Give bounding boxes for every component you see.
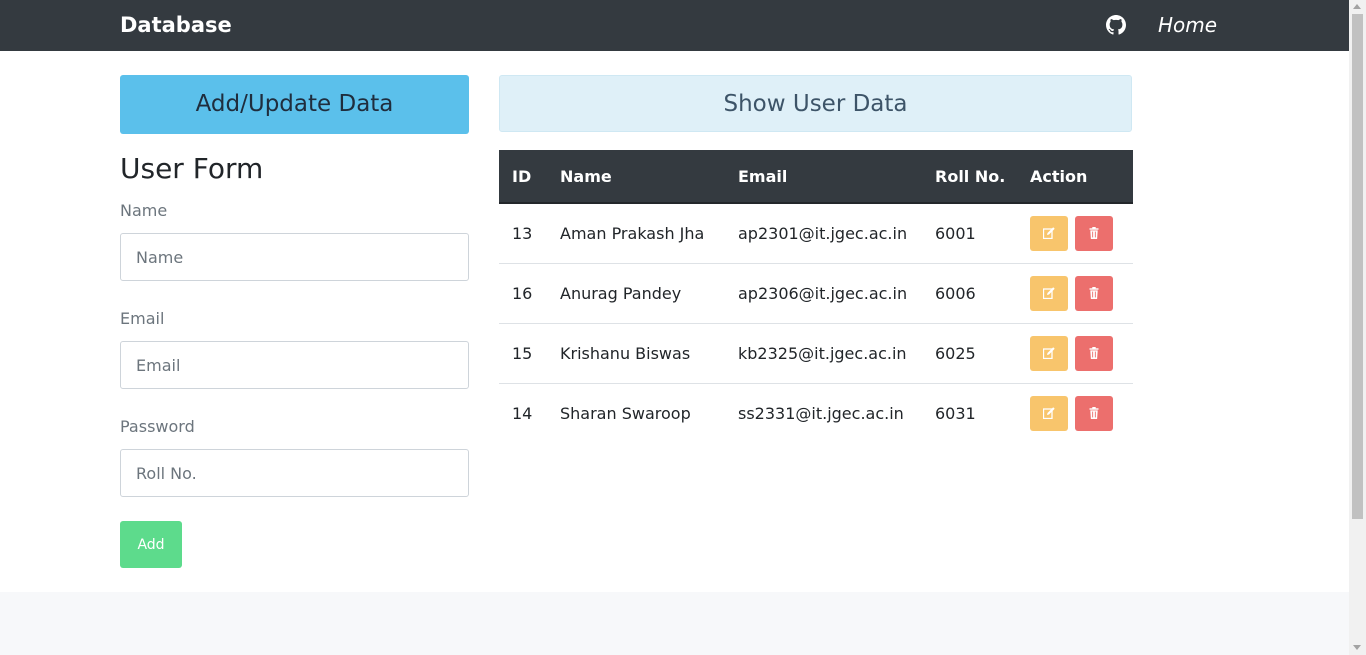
scrollbar[interactable]	[1349, 0, 1366, 655]
cell-action	[1017, 383, 1133, 443]
cell-action	[1017, 203, 1133, 264]
email-input[interactable]	[120, 341, 469, 389]
edit-icon	[1043, 407, 1055, 419]
delete-button[interactable]	[1075, 395, 1114, 431]
cell-name: Anurag Pandey	[547, 263, 725, 324]
navbar: Database Home	[0, 0, 1349, 51]
main-content: Add/Update Data Show User Data User Form…	[0, 51, 1349, 592]
cell-action	[1017, 263, 1133, 324]
trash-icon	[1089, 226, 1099, 239]
cell-roll: 6025	[922, 323, 1017, 384]
cell-email: ap2301@it.jgec.ac.in	[725, 203, 922, 264]
edit-icon	[1043, 227, 1055, 239]
delete-button[interactable]	[1075, 215, 1114, 251]
trash-icon	[1089, 346, 1099, 359]
edit-button[interactable]	[1030, 215, 1068, 251]
cell-id: 16	[499, 263, 547, 324]
cell-roll: 6031	[935, 403, 976, 423]
cell-name: Aman Prakash Jha	[547, 203, 725, 264]
add-button[interactable]: Add	[120, 521, 182, 568]
trash-icon	[1089, 406, 1099, 419]
user-form-title: User Form	[120, 152, 264, 185]
table-header-row: ID Name Email Roll No. Action	[499, 150, 1133, 204]
edit-button[interactable]	[1030, 335, 1068, 371]
delete-button[interactable]	[1075, 275, 1114, 311]
cell-email: ss2331@it.jgec.ac.in	[738, 403, 904, 423]
scroll-down-arrow-icon[interactable]	[1353, 645, 1361, 650]
cell-id: 15	[499, 323, 547, 384]
scroll-up-arrow-icon[interactable]	[1353, 4, 1361, 9]
roll-number-input[interactable]	[120, 449, 469, 497]
password-label: Password	[120, 417, 195, 436]
user-data-table: ID Name Email Roll No. Action 13 Aman Pr…	[499, 150, 1133, 443]
name-input[interactable]	[120, 233, 469, 281]
cell-name: Sharan Swaroop	[560, 403, 691, 423]
cell-email: ap2306@it.jgec.ac.in	[725, 263, 922, 324]
cell-id: 14	[512, 403, 533, 423]
header-roll: Roll No.	[922, 150, 1017, 204]
cell-name: Krishanu Biswas	[547, 323, 725, 384]
delete-button[interactable]	[1075, 335, 1114, 371]
table-row: 14 Sharan Swaroop ss2331@it.jgec.ac.in 6…	[499, 383, 1133, 443]
table-row: 16 Anurag Pandey ap2306@it.jgec.ac.in 60…	[499, 263, 1133, 324]
cell-roll: 6001	[922, 203, 1017, 264]
brand-title[interactable]: Database	[120, 12, 232, 39]
table-row: 13 Aman Prakash Jha ap2301@it.jgec.ac.in…	[499, 203, 1133, 264]
edit-button[interactable]	[1030, 275, 1068, 311]
cell-roll: 6006	[922, 263, 1017, 324]
cell-id: 13	[499, 203, 547, 264]
header-id: ID	[499, 150, 547, 204]
header-email: Email	[725, 150, 922, 204]
github-icon[interactable]	[1106, 15, 1126, 35]
name-label: Name	[120, 201, 168, 220]
nav-home-link[interactable]: Home	[1158, 11, 1217, 39]
cell-action	[1017, 323, 1133, 384]
header-action: Action	[1017, 150, 1133, 204]
cell-email: kb2325@it.jgec.ac.in	[725, 323, 922, 384]
scrollbar-thumb[interactable]	[1352, 14, 1363, 519]
edit-icon	[1043, 286, 1055, 299]
add-update-data-button[interactable]: Add/Update Data	[120, 75, 469, 134]
edit-button[interactable]	[1030, 395, 1068, 431]
header-name: Name	[547, 150, 725, 204]
edit-icon	[1043, 346, 1055, 359]
table-row: 15 Krishanu Biswas kb2325@it.jgec.ac.in …	[499, 323, 1133, 384]
email-label: Email	[120, 309, 165, 328]
trash-icon	[1089, 286, 1099, 299]
show-user-data-button[interactable]: Show User Data	[499, 75, 1132, 132]
